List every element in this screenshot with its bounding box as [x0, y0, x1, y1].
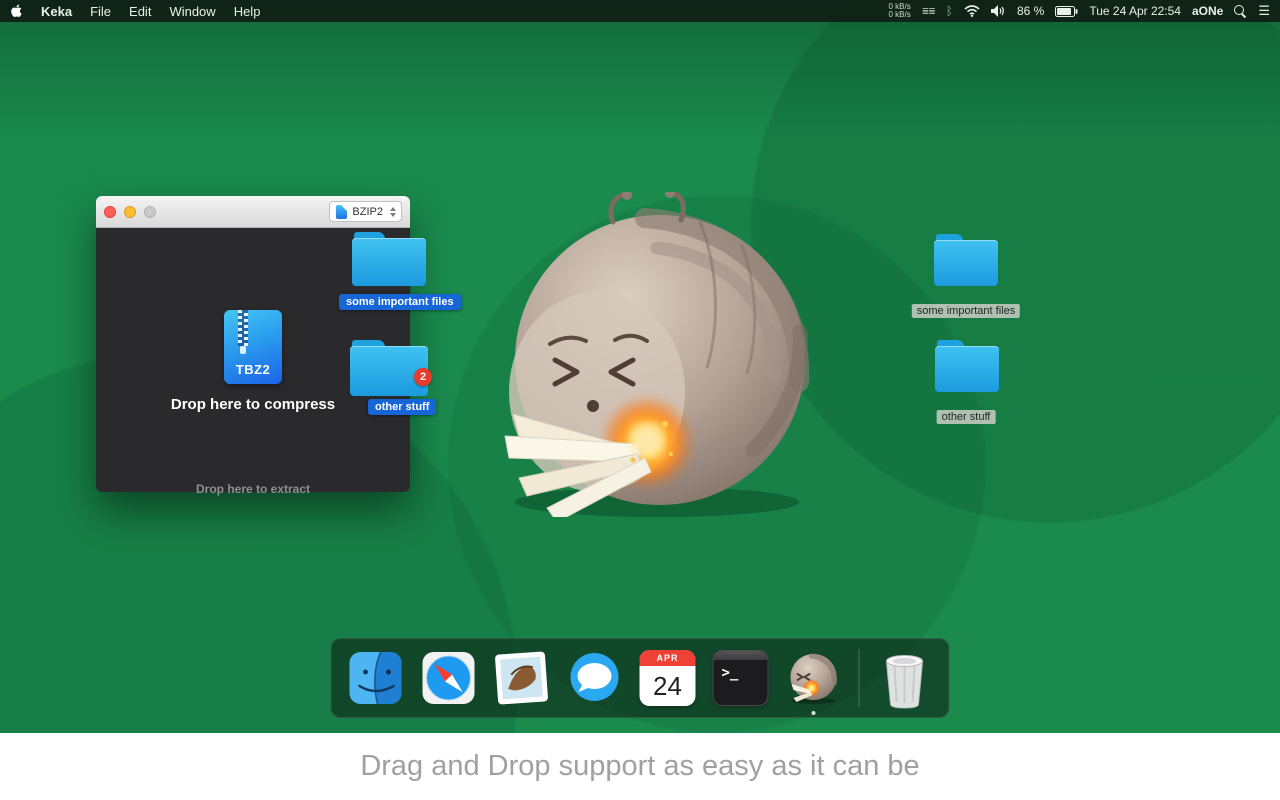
menu-bar: Keka File Edit Window Help 0 kB/s 0 kB/s…: [0, 0, 1280, 22]
caption-text: Drag and Drop support as easy as it can …: [360, 750, 920, 782]
running-indicator-dot: [811, 711, 816, 715]
network-speed-indicator[interactable]: 0 kB/s 0 kB/s: [888, 3, 910, 19]
dock-terminal-icon[interactable]: >_: [712, 650, 769, 706]
battery-icon[interactable]: [1055, 5, 1078, 17]
dock-calendar-icon[interactable]: APR 24: [639, 650, 696, 706]
extract-drop-label: Drop here to extract: [195, 482, 311, 496]
compress-drop-label: Drop here to compress: [170, 396, 336, 413]
wifi-icon[interactable]: [964, 5, 980, 17]
dock-trash-icon[interactable]: [877, 650, 933, 709]
dock: APR 24 >_: [330, 638, 950, 718]
dragged-folder-label: other stuff: [368, 399, 437, 415]
volume-icon[interactable]: [991, 5, 1006, 17]
menu-file[interactable]: File: [90, 4, 111, 19]
zipper-decoration: [238, 310, 248, 354]
dropdown-chevrons-icon: [390, 206, 396, 217]
menu-window[interactable]: Window: [169, 4, 215, 19]
format-dropdown[interactable]: BZIP2: [329, 201, 402, 222]
battery-percent-label: 86 %: [1017, 4, 1045, 18]
window-titlebar[interactable]: BZIP2: [96, 196, 410, 228]
traffic-lights: [104, 205, 156, 218]
menu-clock[interactable]: Tue 24 Apr 22:54: [1089, 4, 1181, 18]
menu-app-name[interactable]: Keka: [41, 4, 72, 19]
desktop-folder-label: some important files: [911, 304, 1021, 318]
minimize-button[interactable]: [124, 205, 136, 218]
dock-messages-icon[interactable]: [567, 650, 623, 706]
keka-mascot-illustration: [495, 188, 815, 523]
terminal-prompt-glyph: >_: [721, 665, 739, 681]
spotlight-search-icon[interactable]: [1234, 4, 1247, 18]
net-down-label: 0 kB/s: [888, 10, 911, 19]
dragged-folder-other-stuff[interactable]: [350, 340, 428, 396]
dock-finder-icon[interactable]: [348, 650, 404, 706]
calendar-day-label: 24: [653, 670, 682, 701]
drag-count-badge: 2: [414, 368, 432, 386]
archive-file-icon: TBZ2: [224, 310, 282, 384]
dock-separator: [858, 649, 860, 707]
desktop-folder-label: other stuff: [936, 410, 996, 424]
menu-help[interactable]: Help: [234, 4, 261, 19]
bluetooth-icon[interactable]: ᛒ: [946, 4, 953, 18]
menu-edit[interactable]: Edit: [129, 4, 151, 19]
dock-keka-icon[interactable]: [786, 650, 842, 715]
apple-menu-icon[interactable]: [10, 4, 23, 19]
zoom-button: [144, 205, 156, 218]
dock-mail-icon[interactable]: [494, 650, 550, 706]
desktop-folder-important-files[interactable]: [934, 234, 998, 286]
dragged-folder-important-files[interactable]: [352, 232, 426, 286]
dock-safari-icon[interactable]: [421, 650, 477, 706]
archive-type-label: TBZ2: [235, 362, 271, 377]
menu-username[interactable]: aONe: [1192, 4, 1223, 18]
calendar-month-label: APR: [639, 650, 696, 666]
dragged-folder-label: some important files: [339, 294, 461, 310]
caption-bar: Drag and Drop support as easy as it can …: [0, 733, 1280, 800]
format-dropdown-value: BZIP2: [352, 205, 383, 218]
notification-center-icon[interactable]: ☰: [1258, 3, 1270, 19]
network-graph-icon[interactable]: ≣≣: [922, 6, 936, 17]
close-button[interactable]: [104, 205, 116, 218]
desktop-folder-other-stuff[interactable]: [935, 340, 999, 392]
format-doc-icon: [336, 204, 348, 219]
